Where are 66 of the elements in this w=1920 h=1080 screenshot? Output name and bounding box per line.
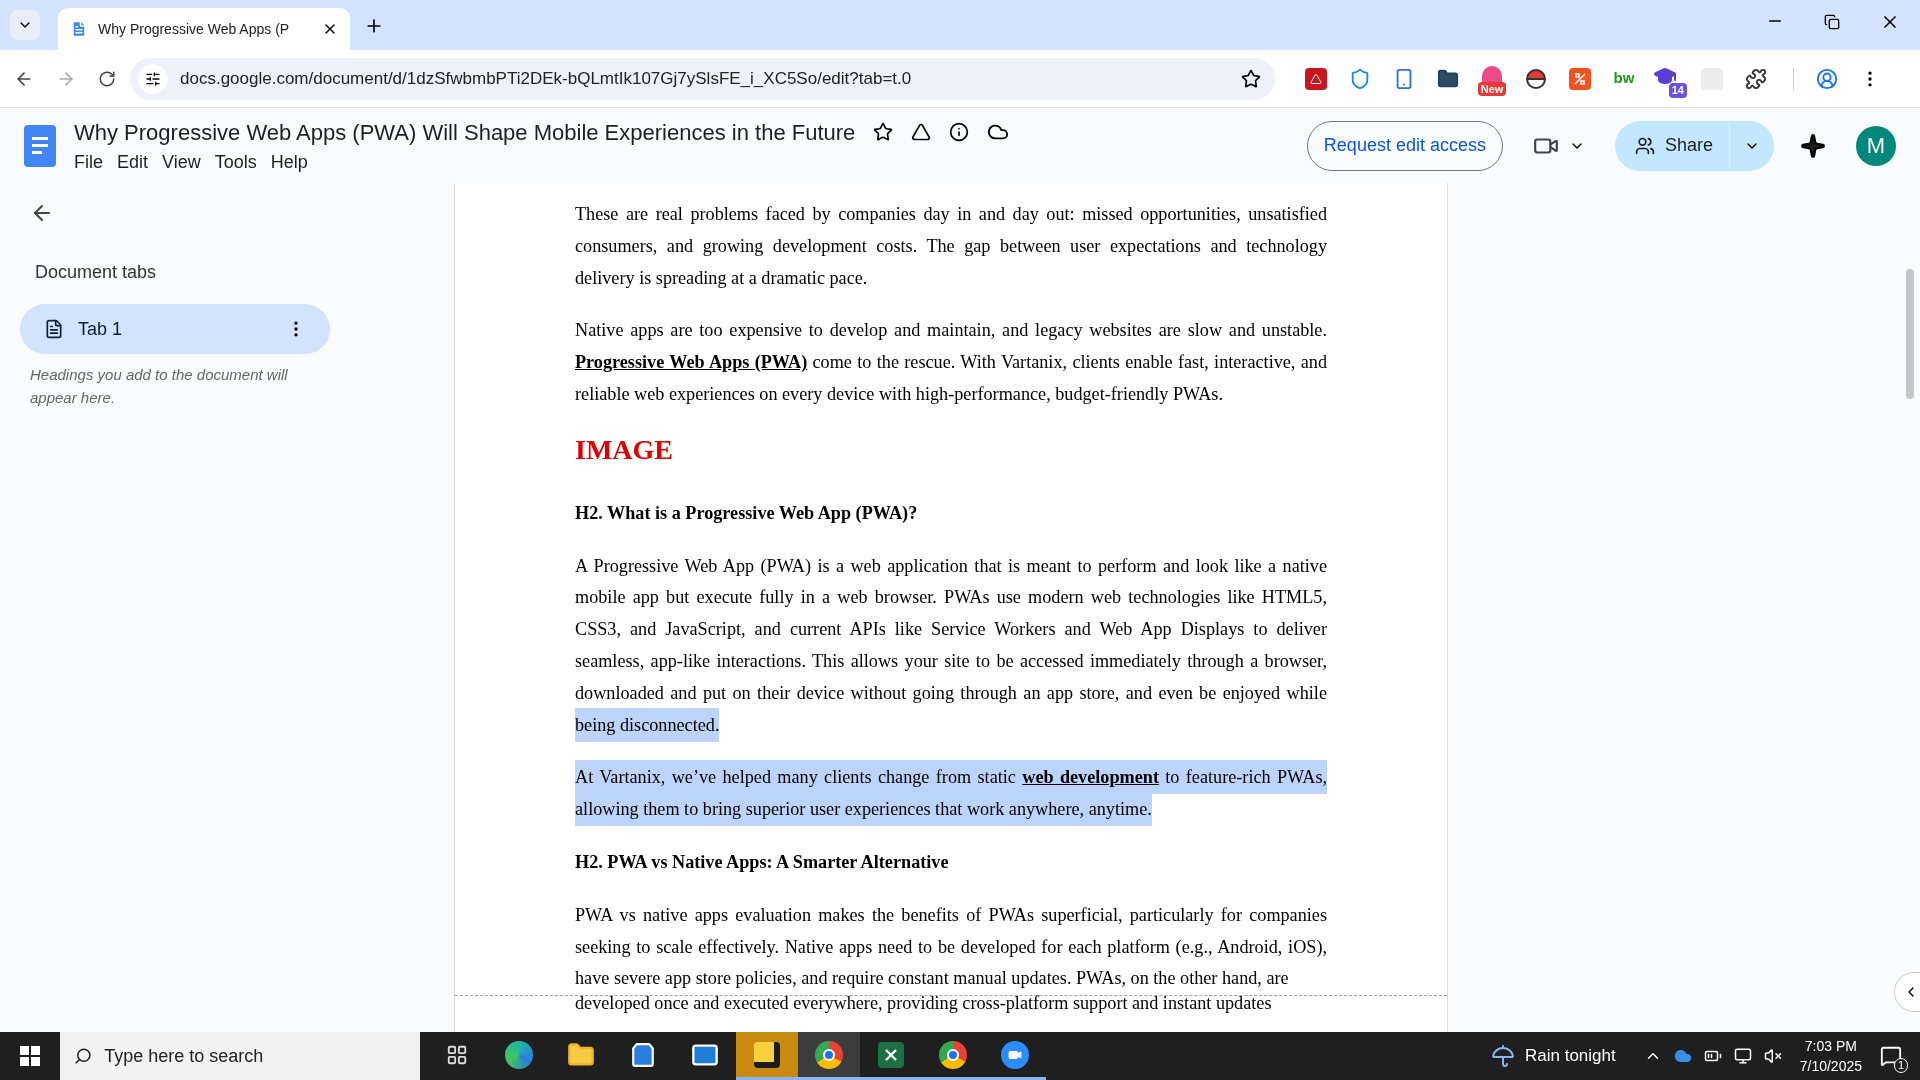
document-tab[interactable]: Tab 1 <box>20 304 330 354</box>
extensions-icon[interactable] <box>1745 67 1767 90</box>
paragraph: A Progressive Web App (PWA) is a web application that is meant to perform and look like a native mobile app but execute fully in a web browser. PWAs use modern web technologies like HTML5, CSS3, and JavaScript, and current APIs like Service Workers and Web App Displays to deliver seamless, app-like interactions. This allows your site to be accessed immediately through a browser, downloaded and put on their device without going through an app store, and even be enjoyed while being disconnected. <box>575 550 1327 742</box>
docs-icon <box>70 20 88 38</box>
paragraph: At Vartanix, we’ve helped many clients change from static web development to feature-rich PWAs, allowing them to bring superior user experiences that work anywhere, anytime. <box>575 762 1327 826</box>
section-heading: H2. What is a Progressive Web App (PWA)? <box>575 501 919 525</box>
link[interactable]: web development <box>1022 760 1159 795</box>
menu-item[interactable]: File <box>68 148 109 176</box>
scrollbar-thumb[interactable] <box>1906 269 1914 399</box>
browser-tab[interactable]: Why Progressive Web Apps (P <box>58 8 350 50</box>
sidebar-hint: Headings you add to the document will appear here. <box>30 365 289 408</box>
site-settings-icon[interactable] <box>145 70 161 87</box>
address-bar[interactable]: docs.google.com/document/d/1dzSfwbmbPTi2DEk-bQLmtIk107Gj7ySlsFE_i_XC5So/edit?tab=t.0 <box>130 57 1275 100</box>
excel-icon[interactable] <box>878 1041 904 1068</box>
task-view-icon[interactable] <box>446 1043 468 1066</box>
paragraph: Native apps are too expensive to develop and maintain, and legacy websites are slow and unstable. Progressive Web Apps (PWA) come to the rescue. With Vartanix, clients enable fast, interactive, and reliable web experiences on every device with high-performance, budget-friendly PWAs. <box>575 319 1327 406</box>
count-badge: 14 <box>1668 82 1687 98</box>
chrome-icon[interactable] <box>939 1040 967 1069</box>
zoom-icon[interactable] <box>1001 1040 1029 1069</box>
percent-icon[interactable] <box>1569 67 1591 90</box>
notification-icon[interactable] <box>1880 1045 1902 1067</box>
restore-icon[interactable] <box>1824 14 1840 30</box>
menu-item[interactable]: Edit <box>111 148 155 176</box>
menu-item[interactable]: View <box>156 148 207 176</box>
avatar[interactable]: M <box>1856 125 1896 166</box>
notification-count: 1 <box>1893 1058 1908 1073</box>
star-icon[interactable] <box>873 122 894 142</box>
new-badge: New <box>1477 81 1507 96</box>
pdf-icon[interactable] <box>1305 67 1327 90</box>
profile-icon[interactable] <box>1816 67 1838 90</box>
weather-text[interactable]: Rain tonight <box>1524 1043 1616 1069</box>
mute-icon[interactable] <box>1763 1047 1782 1065</box>
bookmark-star-icon[interactable] <box>1241 68 1261 89</box>
collapse-button[interactable] <box>1894 972 1920 1012</box>
reload-icon[interactable] <box>98 69 116 88</box>
menu-item[interactable]: Tools <box>208 148 263 176</box>
people-icon <box>1634 135 1655 156</box>
edge-icon[interactable] <box>505 1040 533 1069</box>
clock-time[interactable]: 7:03 PM <box>1804 1036 1857 1056</box>
tab-list-button[interactable] <box>10 10 40 40</box>
section-heading: H2. PWA vs Native Apps: A Smarter Alternative <box>575 850 950 874</box>
shield-icon[interactable] <box>1349 67 1371 90</box>
folder-icon[interactable] <box>567 1040 595 1069</box>
url-text: docs.google.com/document/d/1dzSfwbmbPTi2DEk-bQLmtIk107Gj7ySlsFE_i_XC5So/edit?tab=t.0 <box>180 67 913 90</box>
document-title[interactable]: Why Progressive Web Apps (PWA) Will Shape Mobile Experiences in the Future <box>74 115 856 149</box>
sticky-notes-icon[interactable] <box>754 1041 780 1068</box>
paragraph: These are real problems faced by companies day in and day out: missed opportunities, unsatisfied consumers, and growing development costs. The gap between user expectations and technology delivery is spreading at a dramatic pace. <box>575 203 1327 290</box>
chrome-icon[interactable] <box>815 1040 843 1069</box>
folder-icon[interactable] <box>1437 67 1459 90</box>
paragraph: developed once and executed everywhere, providing cross-platform support and instant updates <box>575 992 1273 1016</box>
taskbar-search-bar[interactable]: Type here to search <box>60 1032 420 1080</box>
extension-label[interactable]: bw <box>1613 67 1635 90</box>
menu-item[interactable]: Help <box>264 148 314 176</box>
image-placeholder-heading: IMAGE <box>575 432 674 467</box>
sidebar-heading: Document tabs <box>35 261 158 284</box>
network-icon[interactable] <box>1733 1047 1752 1065</box>
clock-date[interactable]: 7/10/2025 <box>1799 1056 1862 1076</box>
tab-title: Why Progressive Web Apps (P <box>98 19 291 39</box>
weather-icon[interactable] <box>1490 1044 1515 1068</box>
info-icon[interactable] <box>949 122 970 142</box>
link[interactable]: Progressive Web Apps (PWA) <box>575 352 808 373</box>
search-field[interactable]: Type here to search <box>104 1042 406 1070</box>
docs-logo-icon[interactable] <box>24 124 56 167</box>
document-icon <box>44 319 64 339</box>
sparkle-icon[interactable] <box>1800 132 1826 159</box>
search-icon <box>74 1046 93 1066</box>
